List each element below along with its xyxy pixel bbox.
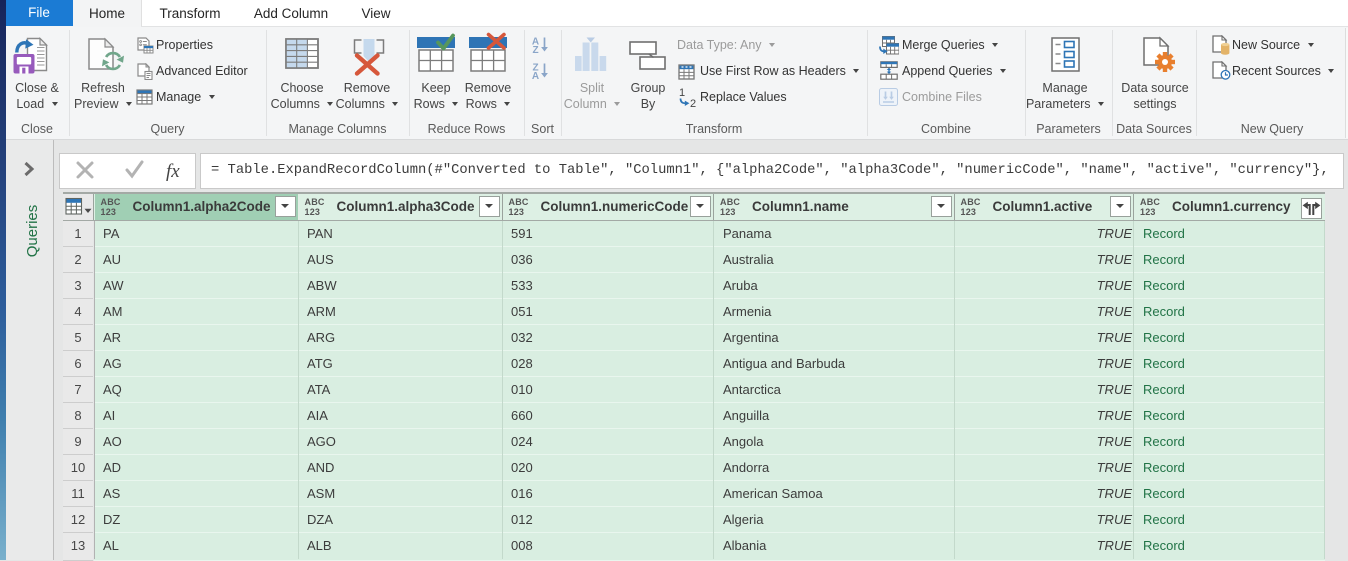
svg-text:2: 2 — [690, 98, 696, 107]
svg-text:A: A — [532, 71, 539, 79]
svg-text:Z: Z — [532, 45, 538, 53]
svg-text:fx: fx — [166, 161, 180, 182]
